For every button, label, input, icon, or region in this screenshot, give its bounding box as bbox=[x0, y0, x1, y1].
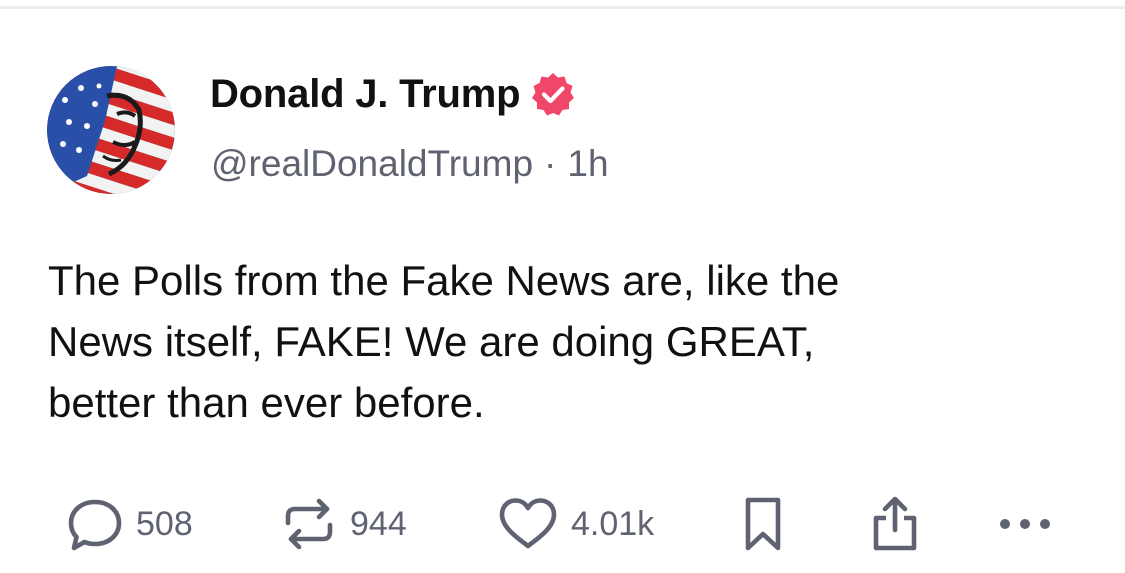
share-button[interactable] bbox=[868, 496, 922, 552]
author-meta-row: @realDonaldTrump · 1h bbox=[211, 138, 609, 190]
heart-icon bbox=[499, 498, 557, 549]
meta-separator: · bbox=[544, 143, 557, 184]
author-display-name[interactable]: Donald J. Trump bbox=[210, 72, 521, 117]
reply-button[interactable]: 508 bbox=[66, 496, 193, 552]
reply-icon bbox=[68, 499, 122, 551]
avatar[interactable] bbox=[47, 66, 175, 194]
author-row: Donald J. Trump bbox=[210, 66, 576, 122]
reply-count: 508 bbox=[136, 504, 193, 543]
post-body-line: better than ever before. bbox=[48, 379, 485, 426]
post-body-line: The Polls from the Fake News are, like t… bbox=[48, 257, 840, 304]
avatar-image bbox=[47, 66, 175, 194]
more-button[interactable] bbox=[994, 496, 1056, 552]
like-count: 4.01k bbox=[571, 504, 655, 543]
bookmark-icon bbox=[745, 497, 781, 551]
verified-badge-icon bbox=[530, 71, 576, 117]
post-card: Donald J. Trump @realDonaldTrump · 1h Th… bbox=[0, 0, 1125, 573]
post-body: The Polls from the Fake News are, like t… bbox=[48, 250, 1058, 433]
like-button[interactable]: 4.01k bbox=[497, 496, 654, 552]
post-action-bar: 508 944 4.01k bbox=[0, 496, 1125, 552]
bookmark-button[interactable] bbox=[738, 496, 788, 552]
author-handle[interactable]: @realDonaldTrump bbox=[211, 143, 533, 185]
repost-button[interactable]: 944 bbox=[280, 496, 407, 552]
more-icon bbox=[1000, 519, 1050, 529]
repost-count: 944 bbox=[350, 504, 407, 543]
post-timestamp[interactable]: 1h bbox=[567, 143, 608, 185]
repost-icon bbox=[285, 498, 333, 550]
share-icon bbox=[873, 496, 917, 551]
post-body-line: News itself, FAKE! We are doing GREAT, bbox=[48, 318, 815, 365]
